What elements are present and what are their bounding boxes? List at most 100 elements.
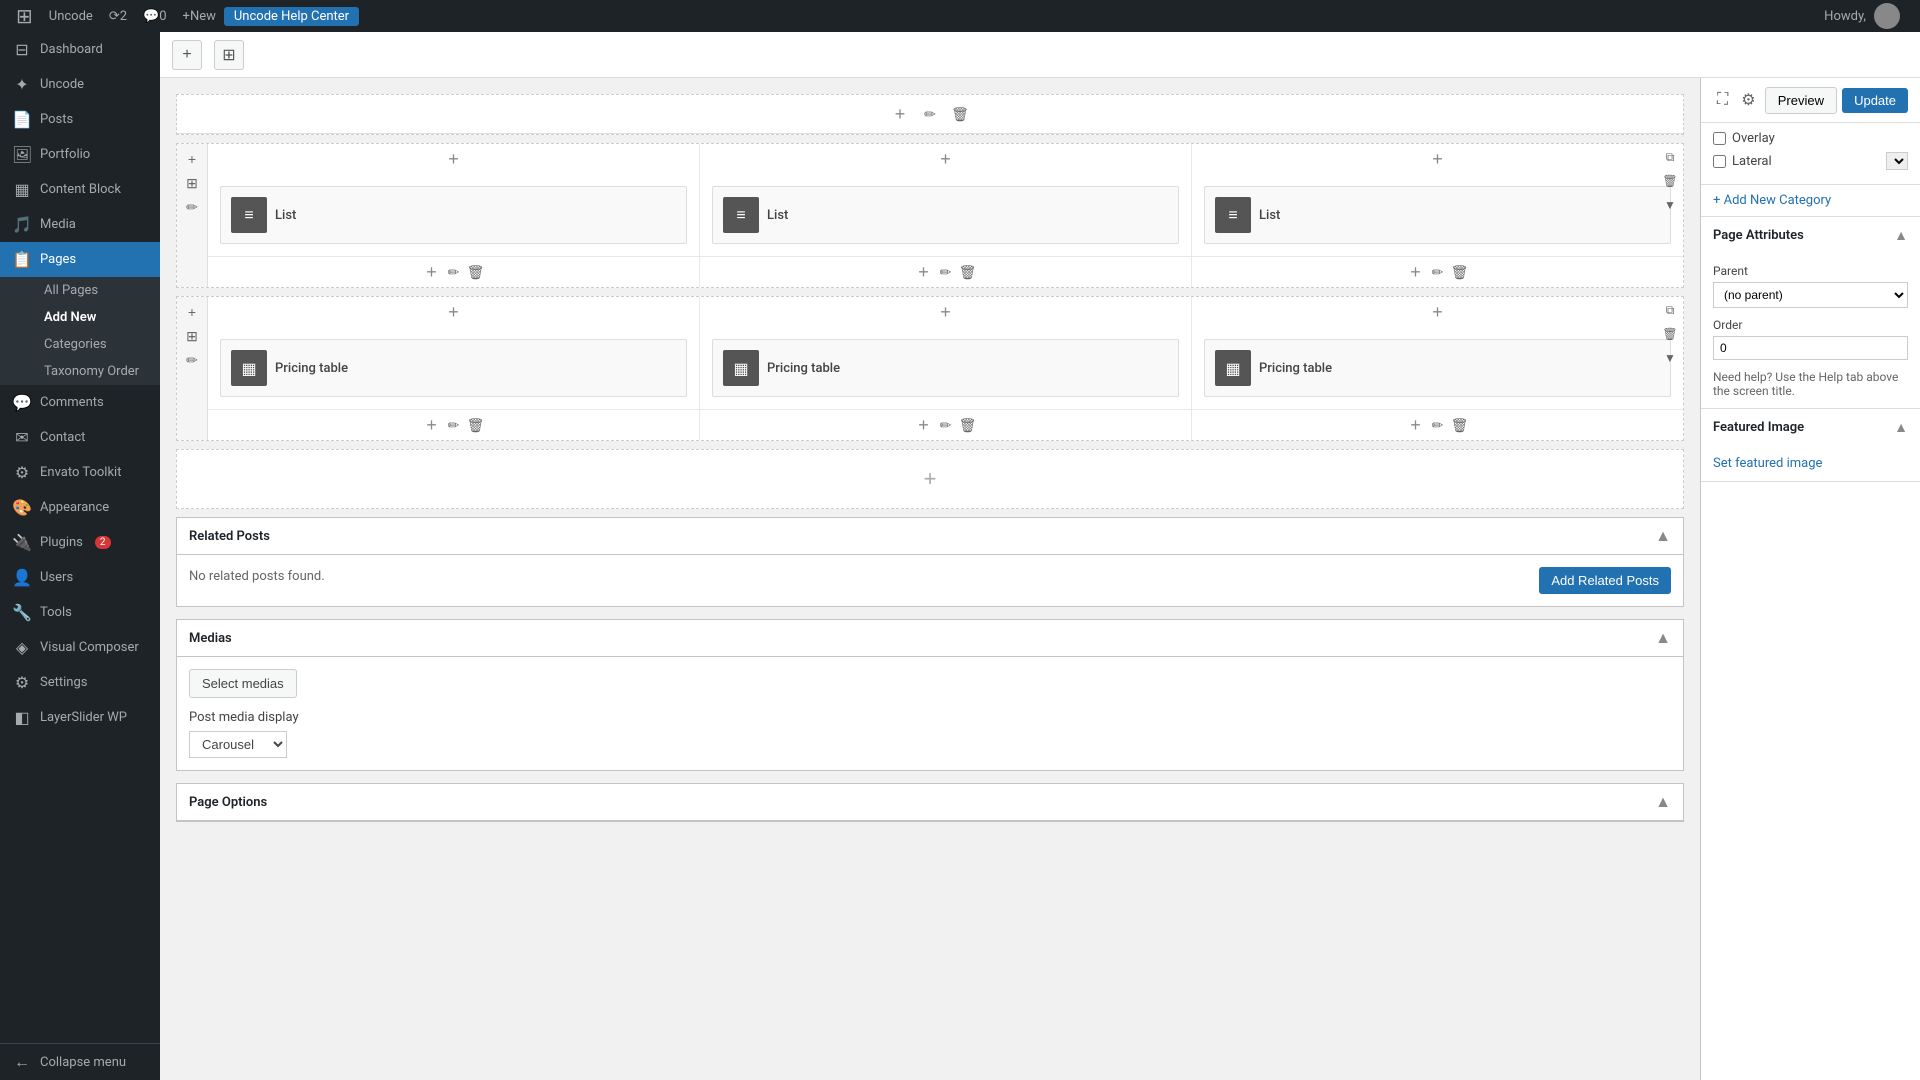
add-new-category-link[interactable]: + Add New Category xyxy=(1713,193,1831,208)
row2-col3-del-bottom[interactable]: 🗑 xyxy=(1449,414,1471,436)
sidebar-subitem-all-pages[interactable]: All Pages xyxy=(32,277,160,304)
row-edit-btn-top[interactable]: ✏ xyxy=(919,103,941,125)
sidebar-item-dashboard[interactable]: ⊟ Dashboard xyxy=(0,32,160,67)
row1-col2-del-bottom[interactable]: 🗑 xyxy=(957,261,979,283)
grid-view-button[interactable]: ⊞ xyxy=(214,40,244,70)
col-row2-edit-btn[interactable]: ✏ xyxy=(181,349,203,371)
related-posts-header[interactable]: Related Posts ▲ xyxy=(177,518,1683,555)
row1-col3-del-bottom[interactable]: 🗑 xyxy=(1449,261,1471,283)
row2-col2-add-bottom[interactable]: + xyxy=(913,414,935,436)
col1-row1-move-btn[interactable]: + xyxy=(181,148,203,170)
sidebar-item-envato[interactable]: ⚙ Envato Toolkit xyxy=(0,455,160,490)
lateral-row: Lateral xyxy=(1713,152,1908,170)
row2-col3-down-btn[interactable]: ▼ xyxy=(1659,347,1681,369)
fullscreen-button[interactable]: ⛶ xyxy=(1713,87,1732,113)
post-media-display-select[interactable]: Carousel Gallery Slideshow xyxy=(189,731,287,758)
row1-col1-del-bottom[interactable]: 🗑 xyxy=(465,261,487,283)
site-name-item[interactable]: Uncode xyxy=(41,0,101,32)
row1-col2-add-bottom[interactable]: + xyxy=(913,261,935,283)
related-posts-toggle[interactable]: ▲ xyxy=(1655,526,1671,546)
medias-toggle[interactable]: ▲ xyxy=(1655,628,1671,648)
settings-button[interactable]: ⚙ xyxy=(1737,86,1759,114)
sidebar-item-users[interactable]: 👤 Users xyxy=(0,560,160,595)
featured-image-toggle[interactable]: ▲ xyxy=(1894,419,1908,436)
row2-col2-del-bottom[interactable]: 🗑 xyxy=(957,414,979,436)
row1-col3-add-bottom[interactable]: + xyxy=(1405,261,1427,283)
col-row2-move-btn[interactable]: + xyxy=(181,301,203,323)
sidebar-item-media[interactable]: 🎵 Media xyxy=(0,207,160,242)
row2-col1-edit-bottom[interactable]: ✏ xyxy=(443,414,465,436)
add-row-area[interactable]: + xyxy=(176,449,1684,509)
page-attributes-toggle[interactable]: ▲ xyxy=(1894,227,1908,244)
sidebar-item-comments[interactable]: 💬 Comments xyxy=(0,385,160,420)
overlay-checkbox[interactable] xyxy=(1713,132,1726,145)
row-delete-btn-top[interactable]: 🗑 xyxy=(949,103,971,125)
featured-image-header[interactable]: Featured Image ▲ xyxy=(1701,409,1920,446)
row1-col1-add-top[interactable]: + xyxy=(443,148,465,170)
collapse-menu-item[interactable]: ← Collapse menu xyxy=(0,1043,160,1080)
sidebar-item-content-block[interactable]: ▦ Content Block xyxy=(0,172,160,207)
row2-col3-add-top[interactable]: + xyxy=(1427,301,1449,323)
col1-row1-grid-btn[interactable]: ⊞ xyxy=(181,172,203,194)
new-item[interactable]: + New xyxy=(175,0,224,32)
row2-col3-add-bottom[interactable]: + xyxy=(1405,414,1427,436)
col1-row1-edit-btn[interactable]: ✏ xyxy=(181,196,203,218)
row2-col3-del-btn[interactable]: 🗑 xyxy=(1659,323,1681,345)
row1-col2-add-top[interactable]: + xyxy=(935,148,957,170)
sidebar-item-contact[interactable]: ✉ Contact xyxy=(0,420,160,455)
row1-col3-down-btn[interactable]: ▼ xyxy=(1659,194,1681,216)
sidebar-item-portfolio[interactable]: 🖼 Portfolio xyxy=(0,137,160,172)
page-options-header[interactable]: Page Options ▲ xyxy=(177,784,1683,821)
row1-col1-add-bottom[interactable]: + xyxy=(421,261,443,283)
row1-col3-copy-btn[interactable]: ⧉ xyxy=(1659,146,1681,168)
medias-header[interactable]: Medias ▲ xyxy=(177,620,1683,657)
row2-col3-edit-bottom[interactable]: ✏ xyxy=(1427,414,1449,436)
sidebar-item-tools[interactable]: 🔧 Tools xyxy=(0,595,160,630)
sidebar-item-uncode[interactable]: ✦ Uncode xyxy=(0,67,160,102)
row1-col2-edit-bottom[interactable]: ✏ xyxy=(935,261,957,283)
updates-icon: ⟳ xyxy=(109,9,120,24)
row2-col1-del-bottom[interactable]: 🗑 xyxy=(465,414,487,436)
lateral-label: Lateral xyxy=(1732,154,1772,169)
row2-col2-add-top[interactable]: + xyxy=(935,301,957,323)
sidebar-item-pages[interactable]: 📋 Pages xyxy=(0,242,160,277)
preview-button[interactable]: Preview xyxy=(1765,87,1837,114)
sidebar-subitem-add-new[interactable]: Add New xyxy=(32,304,160,331)
parent-select[interactable]: (no parent) xyxy=(1713,282,1908,308)
add-element-button[interactable]: + xyxy=(172,40,202,70)
row2-col1-add-top[interactable]: + xyxy=(443,301,465,323)
wp-logo-item[interactable]: ⊞ xyxy=(8,0,41,32)
row1-col3-add-top[interactable]: + xyxy=(1427,148,1449,170)
lateral-checkbox[interactable] xyxy=(1713,155,1726,168)
row-add-btn-top[interactable]: + xyxy=(889,103,911,125)
sidebar-item-posts[interactable]: 📄 Posts xyxy=(0,102,160,137)
sidebar-subitem-categories[interactable]: Categories xyxy=(32,331,160,358)
update-button[interactable]: Update xyxy=(1842,88,1908,113)
set-featured-image-link[interactable]: Set featured image xyxy=(1713,456,1822,471)
row1-col3-edit-bottom[interactable]: ✏ xyxy=(1427,261,1449,283)
add-row-button[interactable]: + xyxy=(919,468,941,490)
row1-col1-edit-bottom[interactable]: ✏ xyxy=(443,261,465,283)
sidebar-subitem-taxonomy-order[interactable]: Taxonomy Order xyxy=(32,358,160,385)
add-related-posts-button[interactable]: Add Related Posts xyxy=(1539,567,1671,594)
row1-col3-del-btn[interactable]: 🗑 xyxy=(1659,170,1681,192)
row2-col1-add-bottom[interactable]: + xyxy=(421,414,443,436)
sidebar-item-visual-composer[interactable]: ◈ Visual Composer xyxy=(0,630,160,665)
comments-item[interactable]: 💬 0 xyxy=(135,0,175,32)
order-input[interactable] xyxy=(1713,336,1908,360)
col-row2-grid-btn[interactable]: ⊞ xyxy=(181,325,203,347)
dashboard-icon: ⊟ xyxy=(12,40,32,59)
sidebar-label-appearance: Appearance xyxy=(40,500,109,515)
page-attributes-header[interactable]: Page Attributes ▲ xyxy=(1701,217,1920,254)
sidebar-item-layerslider[interactable]: ◧ LayerSlider WP xyxy=(0,700,160,735)
sidebar-item-settings[interactable]: ⚙ Settings xyxy=(0,665,160,700)
page-options-toggle[interactable]: ▲ xyxy=(1655,792,1671,812)
select-medias-button[interactable]: Select medias xyxy=(189,669,297,698)
row2-col2-edit-bottom[interactable]: ✏ xyxy=(935,414,957,436)
sidebar-item-appearance[interactable]: 🎨 Appearance xyxy=(0,490,160,525)
row2-col3-copy-btn[interactable]: ⧉ xyxy=(1659,299,1681,321)
updates-item[interactable]: ⟳ 2 xyxy=(101,0,135,32)
uncode-help-center-button[interactable]: Uncode Help Center xyxy=(224,7,359,26)
sidebar-item-plugins[interactable]: 🔌 Plugins 2 xyxy=(0,525,160,560)
lateral-select[interactable] xyxy=(1886,152,1908,170)
